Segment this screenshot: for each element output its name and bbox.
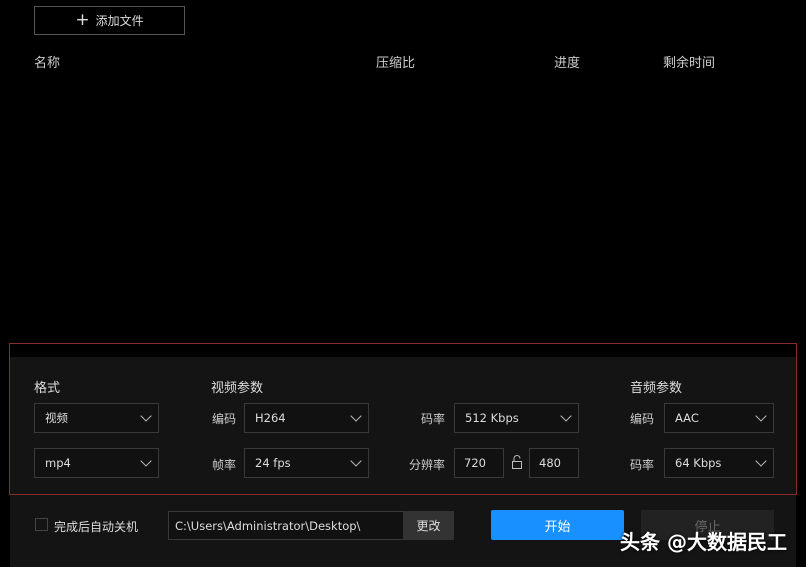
- plus-icon: +: [75, 10, 90, 30]
- video-bitrate-label: 码率: [420, 412, 445, 426]
- start-button[interactable]: 开始: [491, 510, 624, 540]
- column-ratio[interactable]: 压缩比: [376, 52, 415, 71]
- add-file-button[interactable]: + 添加文件: [34, 6, 185, 35]
- format-type-select[interactable]: 视频: [34, 403, 159, 433]
- video-bitrate-select[interactable]: 512 Kbps: [454, 403, 579, 433]
- chevron-down-icon: [755, 410, 767, 422]
- container-select[interactable]: mp4: [34, 448, 159, 478]
- output-path-input[interactable]: C:\Users\Administrator\Desktop\: [168, 511, 404, 540]
- auto-shutdown-label[interactable]: 完成后自动关机: [54, 518, 138, 535]
- audio-codec-select[interactable]: AAC: [664, 403, 774, 433]
- change-path-button[interactable]: 更改: [403, 511, 454, 540]
- unlock-icon[interactable]: [512, 455, 522, 469]
- video-codec-select[interactable]: H264: [244, 403, 369, 433]
- video-codec-label: 编码: [211, 412, 236, 426]
- chevron-down-icon: [140, 455, 152, 467]
- audio-bitrate-select[interactable]: 64 Kbps: [664, 448, 774, 478]
- fps-select[interactable]: 24 fps: [244, 448, 369, 478]
- audio-codec-label: 编码: [629, 412, 654, 426]
- width-input[interactable]: 720: [454, 448, 504, 478]
- chevron-down-icon: [560, 410, 572, 422]
- resolution-label: 分辨率: [408, 458, 445, 472]
- watermark: 头条 @大数据民工: [620, 530, 787, 554]
- auto-shutdown-checkbox[interactable]: [35, 518, 48, 531]
- format-title: 格式: [34, 381, 61, 396]
- column-name[interactable]: 名称: [34, 52, 60, 71]
- chevron-down-icon: [140, 410, 152, 422]
- fps-label: 帧率: [211, 458, 236, 472]
- chevron-down-icon: [350, 410, 362, 422]
- column-remaining[interactable]: 剩余时间: [663, 52, 715, 71]
- video-params-title: 视频参数: [211, 381, 264, 396]
- audio-params-title: 音频参数: [630, 381, 683, 396]
- height-input[interactable]: 480: [529, 448, 579, 478]
- audio-bitrate-label: 码率: [629, 458, 654, 472]
- column-progress[interactable]: 进度: [554, 52, 580, 71]
- chevron-down-icon: [350, 455, 362, 467]
- chevron-down-icon: [755, 455, 767, 467]
